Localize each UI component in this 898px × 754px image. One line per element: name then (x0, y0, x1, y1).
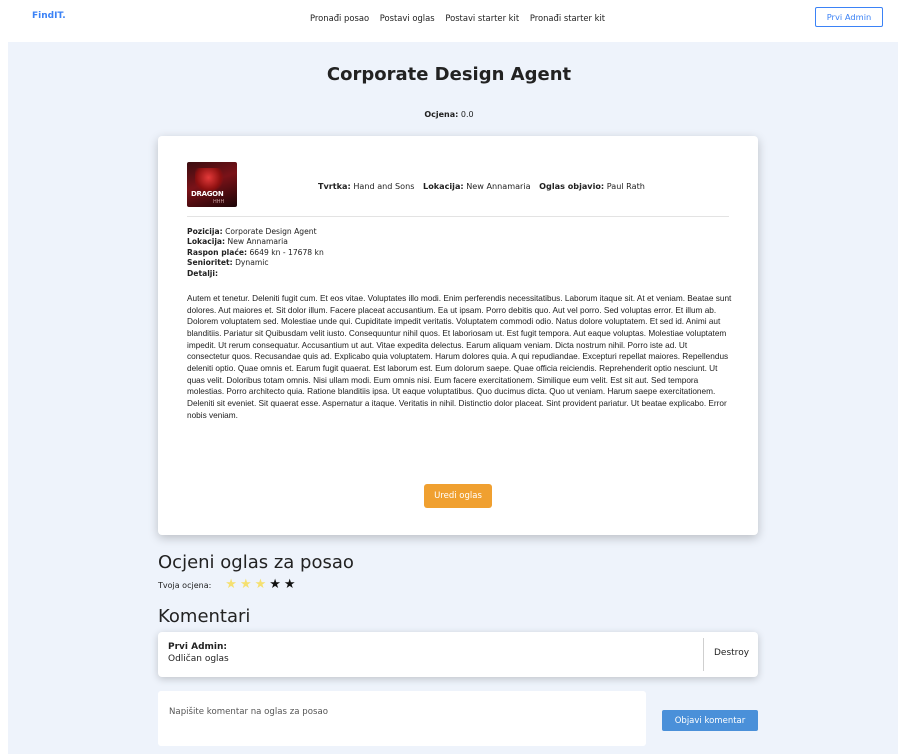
edit-job-button[interactable]: Uredi oglas (424, 484, 492, 508)
company-logo: DRAGON HHH (187, 162, 237, 207)
star-icon[interactable]: ★ (225, 578, 237, 592)
details-row: Detalji: (187, 269, 732, 279)
star-icon[interactable]: ★ (284, 578, 296, 592)
position-row: Pozicija: Corporate Design Agent (187, 227, 732, 237)
card-divider (187, 216, 729, 217)
salary-value: 6649 kn - 17678 kn (249, 247, 324, 257)
star-rating: ★ ★ ★ ★ ★ (225, 578, 298, 592)
dragon-emblem-icon (195, 168, 225, 192)
details-label: Detalji: (187, 268, 219, 278)
location-meta: Lokacija: New Annamaria (423, 181, 533, 191)
position-value: Corporate Design Agent (225, 227, 317, 236)
nav-links: Pronađi posao Postavi oglas Postavi star… (310, 13, 613, 23)
rate-label: Tvoja ocjena: (158, 580, 212, 590)
page-title: Corporate Design Agent (326, 64, 572, 85)
posted-by-value: Paul Rath (606, 181, 645, 191)
brand-logo[interactable]: FindIT. (32, 11, 66, 21)
job-meta-row: Tvrtka: Hand and Sons Lokacija: New Anna… (318, 181, 651, 191)
posted-by-label: Oglas objavio: (539, 181, 605, 191)
comments-title: Komentari (158, 606, 251, 627)
location2-value: New Annamaria (227, 237, 288, 247)
company-value: Hand and Sons (353, 181, 415, 191)
seniority-label: Senioritet: (187, 258, 233, 268)
rating-label: Ocjena: (424, 110, 459, 119)
company-meta: Tvrtka: Hand and Sons (318, 181, 417, 191)
star-icon[interactable]: ★ (240, 578, 252, 592)
company-label: Tvrtka: (318, 181, 351, 191)
position-label: Pozicija: (187, 227, 223, 236)
comment-separator (703, 638, 704, 671)
post-comment-button[interactable]: Objavi komentar (662, 710, 758, 731)
rate-section-title: Ocjeni oglas za posao (158, 552, 354, 573)
rate-row: Tvoja ocjena: ★ ★ ★ ★ ★ (158, 578, 299, 592)
nav-link-post-job[interactable]: Postavi oglas (380, 13, 435, 23)
nav-link-post-starter-kit[interactable]: Postavi starter kit (445, 13, 519, 23)
location-label: Lokacija: (423, 181, 464, 191)
logo-text: DRAGON (191, 190, 224, 198)
posted-by-meta: Oglas objavio: Paul Rath (539, 181, 645, 191)
location-value: New Annamaria (466, 181, 531, 191)
location-row: Lokacija: New Annamaria (187, 237, 732, 247)
comment-author: Prvi Admin: (168, 642, 227, 652)
user-menu-button[interactable]: Prvi Admin (815, 7, 883, 27)
comment-card: Prvi Admin: Odličan oglas Destroy (158, 632, 758, 677)
destroy-comment-button[interactable]: Destroy (714, 648, 749, 658)
job-rating: Ocjena: 0.0 (0, 110, 898, 119)
job-card: DRAGON HHH Tvrtka: Hand and Sons Lokacij… (158, 136, 758, 535)
star-icon[interactable]: ★ (255, 578, 267, 592)
comment-text: Odličan oglas (168, 654, 229, 664)
job-description: Autem et tenetur. Deleniti fugit cum. Et… (187, 294, 732, 420)
rating-value: 0.0 (460, 110, 474, 119)
seniority-value: Dynamic (235, 258, 269, 268)
comment-input[interactable]: Napišite komentar na oglas za posao (158, 691, 646, 746)
salary-label: Raspon plaće: (187, 247, 248, 257)
nav-link-find-starter-kit[interactable]: Pronađi starter kit (530, 13, 605, 23)
logo-subtext: HHH (213, 199, 225, 205)
job-details: Pozicija: Corporate Design Agent Lokacij… (187, 227, 732, 279)
seniority-row: Senioritet: Dynamic (187, 258, 732, 268)
location2-label: Lokacija: (187, 237, 226, 247)
star-icon[interactable]: ★ (269, 578, 281, 592)
salary-row: Raspon plaće: 6649 kn - 17678 kn (187, 248, 732, 258)
nav-link-find-job[interactable]: Pronađi posao (310, 13, 369, 23)
top-navbar: FindIT. Pronađi posao Postavi oglas Post… (0, 0, 898, 38)
